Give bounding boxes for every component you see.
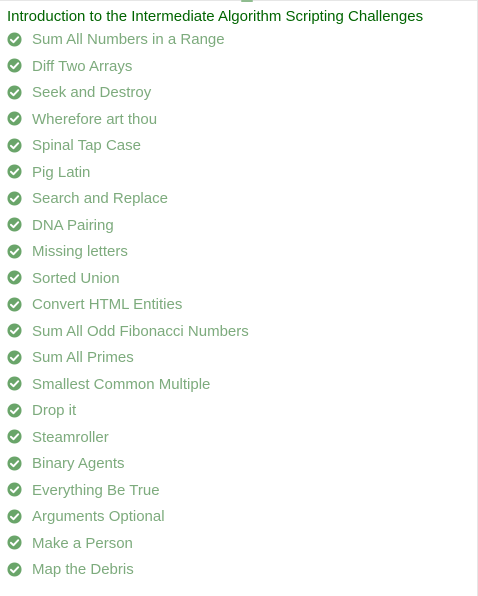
top-divider (0, 0, 478, 2)
challenge-item[interactable]: Sum All Primes (7, 345, 477, 372)
challenge-item[interactable]: Convert HTML Entities (7, 292, 477, 319)
check-circle-icon (7, 297, 22, 312)
challenge-item[interactable]: Seek and Destroy (7, 80, 477, 107)
check-circle-icon (7, 403, 22, 418)
check-circle-icon (7, 217, 22, 232)
challenge-label[interactable]: Search and Replace (32, 186, 168, 213)
check-circle-icon (7, 32, 22, 47)
check-circle-icon (7, 58, 22, 73)
check-circle-icon (7, 376, 22, 391)
challenge-label[interactable]: Wherefore art thou (32, 107, 157, 134)
check-circle-icon (7, 482, 22, 497)
challenge-item[interactable]: DNA Pairing (7, 213, 477, 240)
challenge-label[interactable]: Steamroller (32, 425, 109, 452)
challenge-item[interactable]: Make a Person (7, 531, 477, 558)
challenge-item[interactable]: Pig Latin (7, 160, 477, 187)
check-circle-icon (7, 429, 22, 444)
challenge-item[interactable]: Wherefore art thou (7, 107, 477, 134)
check-circle-icon (7, 350, 22, 365)
challenge-label[interactable]: Spinal Tap Case (32, 133, 141, 160)
challenge-label[interactable]: Binary Agents (32, 451, 125, 478)
check-circle-icon (7, 191, 22, 206)
check-circle-icon (7, 111, 22, 126)
challenge-label[interactable]: Seek and Destroy (32, 80, 151, 107)
challenge-label[interactable]: Sum All Odd Fibonacci Numbers (32, 319, 249, 346)
challenge-item[interactable]: Spinal Tap Case (7, 133, 477, 160)
challenge-item[interactable]: Steamroller (7, 425, 477, 452)
challenge-label[interactable]: Sum All Numbers in a Range (32, 27, 225, 54)
challenge-label[interactable]: Everything Be True (32, 478, 160, 505)
challenge-label[interactable]: Diff Two Arrays (32, 54, 132, 81)
check-circle-icon (7, 244, 22, 259)
challenge-label[interactable]: Sum All Primes (32, 345, 134, 372)
challenge-label[interactable]: Drop it (32, 398, 76, 425)
challenge-item[interactable]: Arguments Optional (7, 504, 477, 531)
challenge-item[interactable]: Everything Be True (7, 478, 477, 505)
challenge-item[interactable]: Missing letters (7, 239, 477, 266)
challenge-label[interactable]: Missing letters (32, 239, 128, 266)
challenge-item[interactable]: Smallest Common Multiple (7, 372, 477, 399)
divider-accent (241, 0, 253, 2)
challenge-list: Sum All Numbers in a Range Diff Two Array… (7, 27, 477, 584)
challenge-label[interactable]: Make a Person (32, 531, 133, 558)
challenge-section-panel: Introduction to the Intermediate Algorit… (0, 0, 478, 596)
challenge-label[interactable]: Sorted Union (32, 266, 120, 293)
section-title-link[interactable]: Introduction to the Intermediate Algorit… (7, 0, 477, 29)
check-circle-icon (7, 509, 22, 524)
challenge-item[interactable]: Sum All Numbers in a Range (7, 27, 477, 54)
check-circle-icon (7, 164, 22, 179)
challenge-label[interactable]: Map the Debris (32, 557, 134, 584)
challenge-item[interactable]: Sum All Odd Fibonacci Numbers (7, 319, 477, 346)
check-circle-icon (7, 138, 22, 153)
challenge-item[interactable]: Sorted Union (7, 266, 477, 293)
challenge-label[interactable]: Convert HTML Entities (32, 292, 182, 319)
challenge-label[interactable]: Smallest Common Multiple (32, 372, 210, 399)
challenge-item[interactable]: Diff Two Arrays (7, 54, 477, 81)
challenge-item[interactable]: Drop it (7, 398, 477, 425)
challenge-item[interactable]: Search and Replace (7, 186, 477, 213)
challenge-label[interactable]: DNA Pairing (32, 213, 114, 240)
check-circle-icon (7, 535, 22, 550)
check-circle-icon (7, 562, 22, 577)
check-circle-icon (7, 85, 22, 100)
check-circle-icon (7, 456, 22, 471)
challenge-item[interactable]: Binary Agents (7, 451, 477, 478)
check-circle-icon (7, 323, 22, 338)
challenge-item[interactable]: Map the Debris (7, 557, 477, 584)
challenge-label[interactable]: Pig Latin (32, 160, 90, 187)
check-circle-icon (7, 270, 22, 285)
challenge-label[interactable]: Arguments Optional (32, 504, 165, 531)
